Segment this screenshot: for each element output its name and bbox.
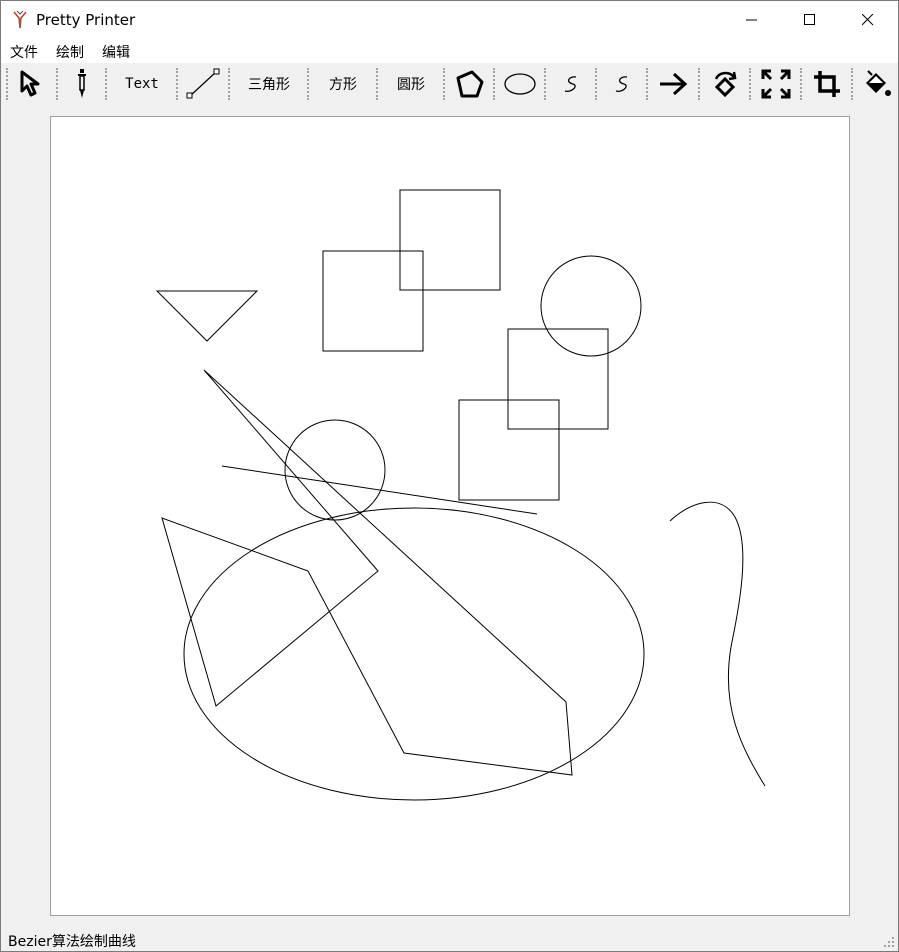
- line-icon: [186, 68, 220, 99]
- fill-tool-button[interactable]: [856, 65, 898, 103]
- toolbar-separator: [698, 68, 700, 100]
- shape-square: [399, 189, 501, 291]
- toolbar-separator: [376, 68, 378, 100]
- shape-ellipse: [183, 507, 645, 801]
- title-bar[interactable]: Pretty Printer: [1, 1, 898, 39]
- scale-tool-button[interactable]: [754, 65, 798, 103]
- ellipse-tool-button[interactable]: [498, 65, 542, 103]
- cursor-icon: [20, 70, 40, 97]
- bezier-tool-button[interactable]: [549, 65, 593, 103]
- toolbar-separator: [56, 68, 58, 100]
- shape-circle: [284, 419, 386, 521]
- eyedropper-icon: [78, 69, 86, 98]
- close-button[interactable]: [839, 1, 897, 39]
- toolbar-separator: [176, 68, 178, 100]
- toolbar-separator: [851, 68, 853, 100]
- close-icon: [862, 14, 874, 26]
- pen-icon: [13, 10, 27, 29]
- bspline-tool-button[interactable]: [600, 65, 644, 103]
- shape-bezier-curve: [669, 501, 766, 787]
- toolbar-separator: [228, 68, 230, 100]
- menu-edit[interactable]: 编辑: [102, 42, 130, 62]
- minimize-icon: [746, 19, 757, 21]
- line-tool-button[interactable]: [181, 65, 225, 103]
- curve-icon: [564, 76, 577, 92]
- paint-bucket-icon: [866, 70, 891, 96]
- select-tool-button[interactable]: [11, 65, 53, 103]
- square-tool-button[interactable]: 方形: [313, 65, 373, 103]
- shape-square: [322, 250, 424, 352]
- maximize-button[interactable]: [781, 1, 839, 39]
- menu-bar: 文件 绘制 编辑: [1, 39, 898, 63]
- shape-line: [221, 465, 538, 515]
- polygon-tool-button[interactable]: [448, 65, 490, 103]
- status-message: Bezier算法绘制曲线: [8, 934, 136, 950]
- menu-draw[interactable]: 绘制: [56, 42, 84, 62]
- toolbar-separator: [307, 68, 309, 100]
- toolbar-separator: [544, 68, 546, 100]
- expand-icon: [761, 69, 791, 99]
- canvas-area: [1, 105, 898, 925]
- toolbar-separator: [6, 68, 8, 100]
- clip-tool-button[interactable]: [805, 65, 849, 103]
- toolbar-separator: [646, 68, 648, 100]
- arrow-right-icon: [660, 72, 688, 96]
- menu-file[interactable]: 文件: [10, 42, 38, 62]
- triangle-tool-button[interactable]: 三角形: [234, 65, 304, 103]
- shape-circle: [540, 255, 642, 357]
- minimize-button[interactable]: [723, 1, 781, 39]
- rotate-icon: [714, 71, 737, 98]
- window-title: Pretty Printer: [36, 11, 136, 29]
- rotate-tool-button[interactable]: [703, 65, 747, 103]
- shape-triangle: [155, 290, 259, 342]
- toolbar-separator: [493, 68, 495, 100]
- curve-icon: [615, 76, 628, 92]
- toolbar-separator: [443, 68, 445, 100]
- crop-icon: [814, 71, 840, 97]
- status-bar: Bezier算法绘制曲线: [1, 927, 898, 951]
- toolbar: Text 三角形 方形 圆形: [1, 63, 898, 105]
- toolbar-separator: [749, 68, 751, 100]
- pentagon-icon: [456, 70, 484, 98]
- resize-grip-icon[interactable]: [884, 937, 895, 948]
- ellipse-icon: [504, 73, 536, 95]
- canvas-drawing: [155, 189, 766, 801]
- toolbar-separator: [105, 68, 107, 100]
- toolbar-separator: [595, 68, 597, 100]
- eyedropper-tool-button[interactable]: [61, 65, 103, 103]
- translate-tool-button[interactable]: [651, 65, 695, 103]
- shape-square: [458, 399, 560, 501]
- maximize-icon: [804, 14, 815, 25]
- app-window: Pretty Printer 文件 绘制 编辑 Text 三角形 方形 圆形 B…: [0, 0, 899, 952]
- circle-tool-button[interactable]: 圆形: [381, 65, 441, 103]
- text-tool-button[interactable]: Text: [111, 65, 173, 103]
- toolbar-separator: [800, 68, 802, 100]
- drawing-canvas[interactable]: [50, 116, 850, 916]
